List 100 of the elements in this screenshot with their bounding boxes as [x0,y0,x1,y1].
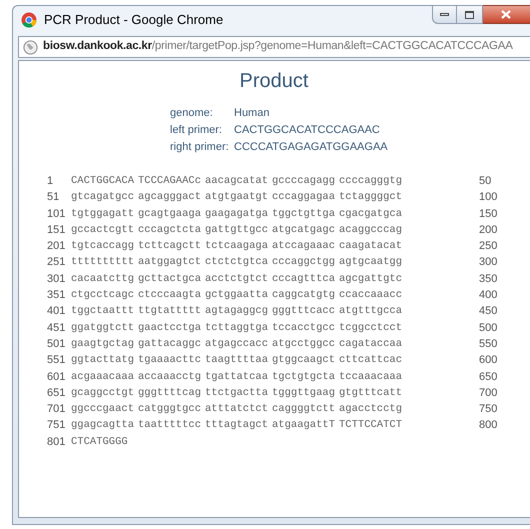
sequence-group: ttctgactta [205,384,272,402]
position-number: 250 [479,239,498,254]
globe-icon [23,40,38,54]
sequence-group: ccccagggtg [339,173,406,190]
sequence-group: caggcatgtg [272,287,339,304]
sequence-group: ggcccgaact [71,401,138,418]
position-number: 551 [47,353,66,368]
position-number: 151 [47,222,66,238]
sequence-group: gattgttgcc [205,222,272,238]
field-label: left primer: [170,123,223,138]
sequence-group: cagataccaa [339,336,406,352]
sequence-group: tcttaggtga [205,320,272,336]
sequence-group: gcagtgaaga [138,206,205,222]
sequence-group: atgaagattT [272,417,339,434]
position-number: 400 [479,288,498,304]
sequence-group: atgcatgagc [272,222,339,238]
sequence-group: gcaggcctgt [71,384,138,402]
position-number: 501 [47,336,66,352]
sequence-group: agtgcaatgg [339,254,406,271]
sequence-group: aacagcatat [205,173,272,190]
sequence-group: tcttcagctt [138,238,205,254]
position-number: 450 [479,304,498,320]
sequence-group: tcggcctcct [339,320,406,336]
sequence-group: ggatggtctt [71,320,138,336]
sequence-group: taatttttcc [138,417,205,434]
sequence-group: acaggcccag [339,222,406,238]
sequence-group: ctcccaagta [138,287,205,304]
position-number: 651 [47,386,66,401]
sequence-group: agacctcctg [339,401,406,418]
sequence-group: atgcctggcc [272,336,339,352]
page-heading: Product [240,69,308,94]
sequence-group: tttttttttt [71,254,138,271]
sequence-group: gctggaatta [205,287,272,304]
sequence-group: gattacaggc [138,336,205,352]
position-number: 50 [479,174,492,189]
position-number: 150 [479,206,498,222]
sequence-group: gcttactgca [138,270,205,288]
sequence-group: CACTGGCACA [71,173,138,190]
sequence-group: atgtttgcca [339,303,406,320]
sequence-group: agcagggact [138,189,205,206]
sequence-group: cgacgatgca [339,206,406,222]
sequence-group: taagttttaa [205,352,272,369]
sequence-group: tgggttgaag [272,384,339,402]
sequence-group: tctcaagaga [205,238,272,254]
maximize-button[interactable] [457,5,482,24]
position-number: 701 [47,402,66,418]
position-number: 650 [479,370,498,385]
sequence-group: caggggtctt [272,401,339,418]
position-number: 1 [47,174,54,189]
position-number: 401 [47,304,66,320]
sequence-group: tctaggggct [339,189,406,206]
sequence-group: atccagaaac [272,238,339,254]
sequence-group: agtagaggcg [205,303,272,320]
position-number: 251 [47,255,66,270]
sequence-group: ctctctgtca [205,254,272,271]
chrome-logo-icon [21,12,37,28]
position-number: 351 [47,288,66,304]
field-label: genome: [170,106,214,121]
position-number: 100 [479,190,498,206]
sequence-group: catgggtgcc [138,401,205,418]
position-number: 300 [479,255,498,270]
position-number: 800 [479,418,498,434]
sequence-group: caagatacat [339,238,406,254]
minimize-button[interactable] [432,5,458,24]
position-number: 301 [47,272,66,287]
sequence-group: gccccagagg [272,173,339,190]
sequence-group: gggtttcacc [272,303,339,320]
close-icon [501,10,512,19]
sequence-group: gccactcgtt [71,222,138,238]
position-number: 550 [479,336,498,352]
position-number: 751 [47,418,66,434]
sequence-group: ggtacttatg [71,352,138,369]
position-number: 200 [479,222,498,238]
sequence-group: tgtggagatt [71,206,138,222]
sequence-group: gaagtgctag [71,336,138,352]
sequence-group: cccaggctgg [272,254,339,271]
field-value: CACTGGCACATCCCAGAAC [234,123,380,138]
sequence-group: ctgcctcagc [71,287,138,304]
position-number: 101 [47,206,66,222]
position-number: 600 [479,353,498,368]
sequence-group: gaactcctga [138,320,205,336]
position-number: 500 [479,320,498,336]
field-value: Human [234,106,270,121]
sequence-group: cttcattcac [339,352,406,369]
close-button[interactable] [482,5,530,24]
sequence-group: gtcagatgcc [71,189,138,206]
position-number: 451 [47,320,66,336]
position-number: 601 [47,370,66,385]
sequence-group: cccaggagaa [272,189,339,206]
sequence-group: ggagcagtta [71,417,138,434]
sequence-group: tgctgtgcta [272,368,339,385]
sequence-group: tgtcaccagg [71,238,138,254]
sequence-group: tggctaattt [71,303,138,320]
sequence-group: tttagtagct [205,417,272,434]
sequence-group: gtggcaagct [272,352,339,369]
sequence-group: ttgtattttt [138,303,205,320]
sequence-group: ccaccaaacc [339,287,406,304]
sequence-group: acctctgtct [205,270,272,288]
window-title: PCR Product - Google Chrome [44,11,224,30]
sequence-group: cacaatcttg [71,270,138,288]
